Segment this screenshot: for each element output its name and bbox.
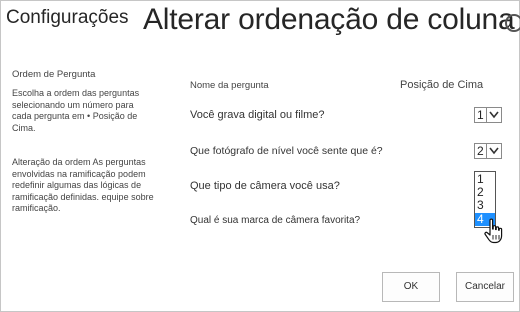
chevron-down-icon[interactable] — [486, 108, 501, 122]
position-select-question-1[interactable]: 1 — [474, 107, 502, 123]
position-select-value: 2 — [477, 144, 484, 158]
section-title: Ordem de Pergunta — [12, 69, 96, 80]
cancel-button[interactable]: Cancelar — [456, 272, 514, 302]
column-header-position: Posição de Cima — [400, 79, 484, 91]
section-note: Alteração da ordem As perguntas envolvid… — [12, 157, 154, 213]
breadcrumb[interactable]: Configurações — [6, 7, 129, 29]
section-description: Escolha a ordem das perguntas selecionan… — [12, 88, 140, 133]
column-header-question: Nome da pergunta — [190, 80, 269, 91]
dropdown-option[interactable]: 3 — [475, 199, 495, 212]
ok-button[interactable]: OK — [382, 272, 440, 302]
question-label: Que fotógrafo de nível você sente que é? — [190, 145, 383, 157]
position-select-value: 1 — [477, 108, 484, 122]
position-select-question-2[interactable]: 2 — [474, 143, 502, 159]
page-title: Alterar ordenação de coluna — [143, 3, 515, 36]
question-label: Qual é sua marca de câmera favorita? — [190, 215, 361, 226]
question-label: Você grava digital ou filme? — [190, 109, 325, 121]
hand-pointer-icon — [484, 218, 503, 244]
question-label: Que tipo de câmera você usa? — [190, 180, 340, 192]
close-icon[interactable] — [505, 14, 520, 32]
chevron-down-icon[interactable] — [486, 144, 501, 158]
